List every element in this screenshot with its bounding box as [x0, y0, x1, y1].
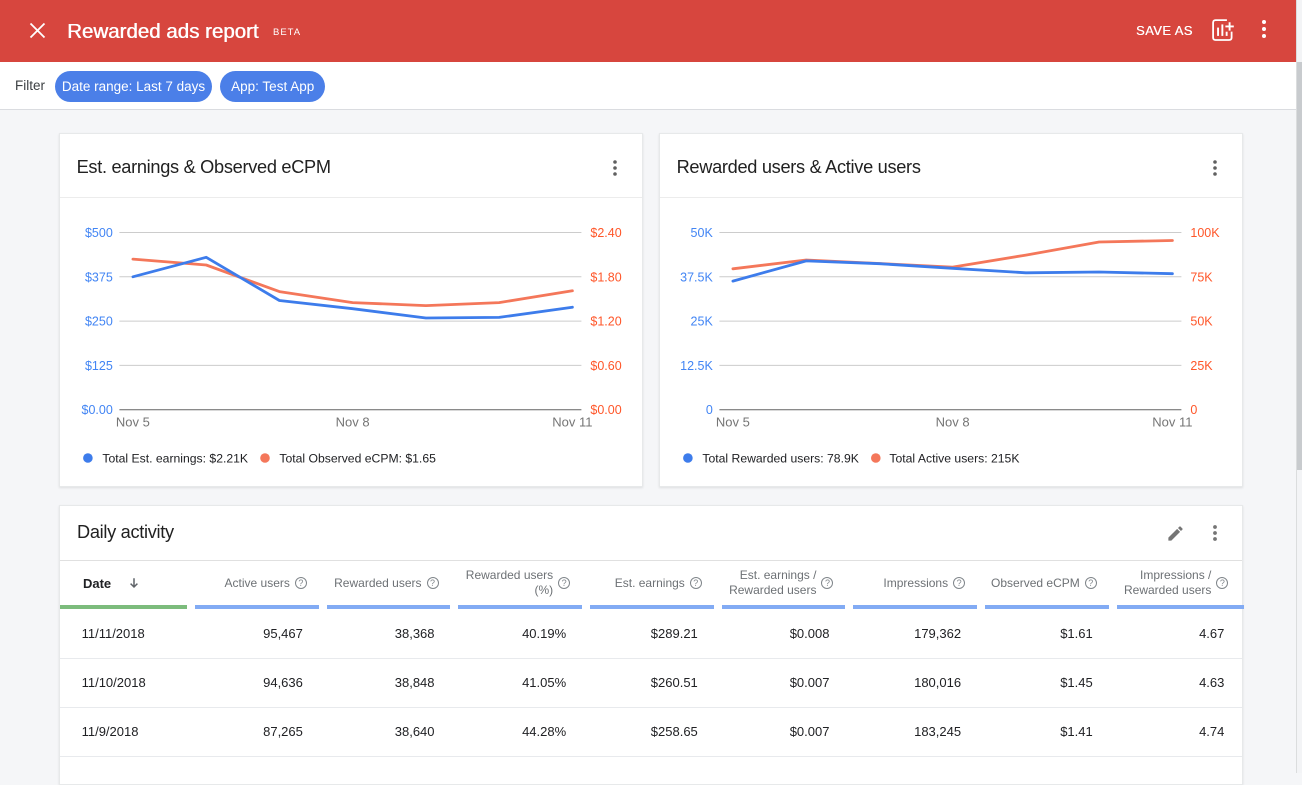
svg-text:Nov 11: Nov 11 — [552, 415, 592, 430]
svg-text:$0.60: $0.60 — [590, 359, 621, 373]
svg-text:Nov 5: Nov 5 — [716, 415, 750, 430]
svg-text:Nov 8: Nov 8 — [935, 415, 969, 430]
svg-text:$375: $375 — [85, 270, 113, 284]
svg-text:Nov 5: Nov 5 — [116, 415, 150, 430]
svg-text:100K: 100K — [1190, 226, 1220, 240]
svg-text:50K: 50K — [1190, 315, 1213, 329]
svg-text:50K: 50K — [690, 226, 713, 240]
svg-text:$1.20: $1.20 — [590, 315, 621, 329]
svg-text:25K: 25K — [690, 315, 713, 329]
svg-text:Total Observed eCPM: $1.65: Total Observed eCPM: $1.65 — [279, 452, 436, 466]
svg-text:Total Rewarded users: 78.9K: Total Rewarded users: 78.9K — [702, 452, 859, 466]
svg-text:12.5K: 12.5K — [680, 359, 713, 373]
svg-text:Nov 8: Nov 8 — [335, 415, 369, 430]
svg-text:0: 0 — [705, 403, 712, 417]
svg-text:Nov 11: Nov 11 — [1152, 415, 1192, 430]
svg-text:$0.00: $0.00 — [590, 403, 621, 417]
svg-text:$1.80: $1.80 — [590, 270, 621, 284]
svg-text:$2.40: $2.40 — [590, 226, 621, 240]
svg-text:$0.00: $0.00 — [81, 403, 112, 417]
svg-text:25K: 25K — [1190, 359, 1213, 373]
svg-text:75K: 75K — [1190, 270, 1213, 284]
svg-text:Total Active users: 215K: Total Active users: 215K — [889, 452, 1019, 466]
svg-text:$125: $125 — [85, 359, 113, 373]
svg-text:$500: $500 — [85, 226, 113, 240]
svg-text:$250: $250 — [85, 315, 113, 329]
svg-text:Total Est. earnings: $2.21K: Total Est. earnings: $2.21K — [102, 452, 248, 466]
svg-text:37.5K: 37.5K — [680, 270, 713, 284]
